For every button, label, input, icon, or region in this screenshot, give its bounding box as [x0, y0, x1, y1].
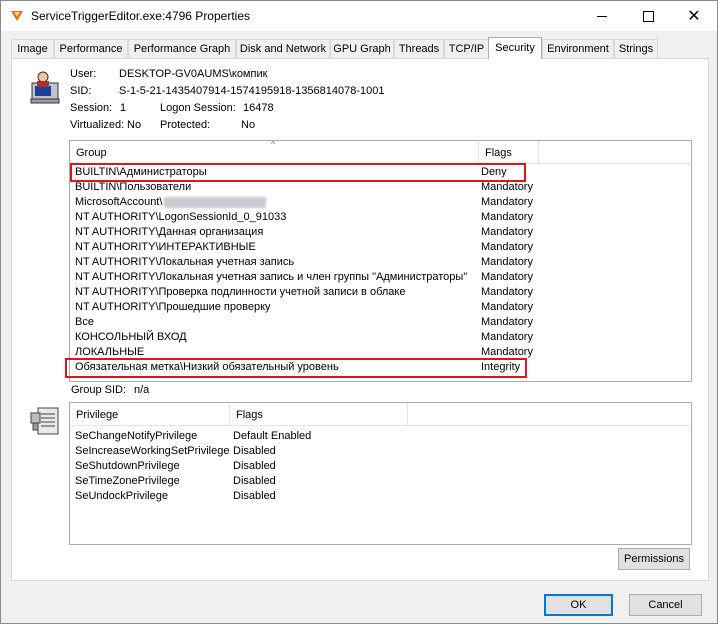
- groups-list-header: ^ Group Flags: [70, 141, 691, 164]
- tab-tcp-ip[interactable]: TCP/IP: [444, 39, 489, 58]
- user-computer-icon: [30, 71, 60, 104]
- group-flags: Mandatory: [481, 346, 533, 358]
- virtualized-label: Virtualized:: [70, 119, 125, 131]
- group-name: NT AUTHORITY\Проверка подлинности учетно…: [75, 286, 406, 298]
- sid-value: S-1-5-21-1435407914-1574195918-135681407…: [119, 85, 385, 97]
- tab-security[interactable]: Security: [488, 37, 542, 59]
- logon-session-value: 16478: [243, 102, 274, 114]
- group-flags: Mandatory: [481, 181, 533, 193]
- group-name: MicrosoftAccount\: [75, 195, 267, 210]
- group-column-header[interactable]: Group: [70, 141, 479, 163]
- group-sid-value: n/a: [134, 384, 150, 396]
- groups-list[interactable]: ^ Group Flags BUILTIN\Администраторы Den…: [69, 140, 692, 382]
- group-flags: Integrity: [481, 361, 521, 373]
- logon-session-label: Logon Session:: [160, 102, 236, 114]
- group-flags: Mandatory: [481, 211, 533, 223]
- tab-threads[interactable]: Threads: [394, 39, 444, 58]
- protected-label: Protected:: [160, 119, 211, 131]
- privilege-name: SeShutdownPrivilege: [75, 460, 180, 472]
- group-name: BUILTIN\Пользователи: [75, 181, 192, 193]
- process-explorer-icon: [11, 11, 23, 21]
- user-label: User:: [70, 68, 97, 80]
- permissions-button[interactable]: Permissions: [618, 548, 690, 570]
- cancel-button[interactable]: Cancel: [629, 594, 702, 616]
- group-name: NT AUTHORITY\ИНТЕРАКТИВНЫЕ: [75, 241, 256, 253]
- window-title: ServiceTriggerEditor.exe:4796 Properties: [31, 9, 250, 23]
- group-name: NT AUTHORITY\Локальная учетная запись и …: [75, 271, 468, 283]
- group-name: NT AUTHORITY\LogonSessionId_0_91033: [75, 211, 287, 223]
- privilege-flags: Disabled: [233, 475, 276, 487]
- privilege-flags: Disabled: [233, 490, 276, 502]
- group-flags: Mandatory: [481, 331, 533, 343]
- group-flags: Mandatory: [481, 241, 533, 253]
- tab-strings[interactable]: Strings: [614, 39, 658, 58]
- session-value: 1: [120, 102, 127, 114]
- group-name: ЛОКАЛЬНЫЕ: [75, 346, 145, 358]
- privilege-flags: Disabled: [233, 460, 276, 472]
- privilege-flags-column-header[interactable]: Flags: [230, 403, 408, 425]
- privileges-icon: [30, 407, 59, 435]
- group-name: Обязательная метка\Низкий обязательный у…: [75, 361, 339, 373]
- group-name: BUILTIN\Администраторы: [75, 166, 207, 178]
- ok-button[interactable]: OK: [544, 594, 613, 616]
- group-flags: Mandatory: [481, 271, 533, 283]
- group-sid-label: Group SID:: [71, 384, 127, 396]
- group-name: Все: [75, 316, 94, 328]
- group-flags: Mandatory: [481, 286, 533, 298]
- privilege-flags: Disabled: [233, 445, 276, 457]
- group-flags: Mandatory: [481, 196, 533, 208]
- tab-disk-and-network[interactable]: Disk and Network: [236, 39, 330, 58]
- group-name: NT AUTHORITY\Данная организация: [75, 226, 264, 238]
- properties-window: ServiceTriggerEditor.exe:4796 Properties…: [0, 0, 718, 624]
- tab-performance[interactable]: Performance: [54, 39, 128, 58]
- group-name: КОНСОЛЬНЫЙ ВХОД: [75, 331, 187, 343]
- close-button[interactable]: ✕: [671, 1, 717, 31]
- sid-label: SID:: [70, 85, 92, 97]
- virtualized-value: No: [127, 119, 142, 131]
- group-name-text: MicrosoftAccount\: [75, 196, 163, 208]
- group-flags: Mandatory: [481, 226, 533, 238]
- privileges-list[interactable]: Privilege Flags SeChangeNotifyPrivilege …: [69, 402, 692, 545]
- maximize-icon: [642, 10, 654, 22]
- maximize-button[interactable]: [625, 1, 671, 31]
- tab-image[interactable]: Image: [11, 39, 54, 58]
- minimize-icon: [597, 15, 607, 17]
- session-label: Session:: [70, 102, 113, 114]
- group-flags: Mandatory: [481, 301, 533, 313]
- group-flags: Mandatory: [481, 316, 533, 328]
- group-flags: Mandatory: [481, 256, 533, 268]
- title-bar[interactable]: ServiceTriggerEditor.exe:4796 Properties…: [1, 1, 717, 31]
- group-name: NT AUTHORITY\Прошедшие проверку: [75, 301, 271, 313]
- privileges-list-header: Privilege Flags: [70, 403, 691, 426]
- protected-value: No: [241, 119, 256, 131]
- close-icon: ✕: [687, 6, 701, 25]
- flags-column-header[interactable]: Flags: [479, 141, 539, 163]
- user-value: DESKTOP-GV0AUMS\компик: [119, 68, 268, 80]
- privilege-name: SeChangeNotifyPrivilege: [75, 430, 198, 442]
- minimize-button[interactable]: [579, 1, 625, 31]
- privilege-column-header[interactable]: Privilege: [70, 403, 230, 425]
- privilege-name: SeIncreaseWorkingSetPrivilege: [75, 445, 230, 457]
- privilege-name: SeTimeZonePrivilege: [75, 475, 180, 487]
- redacted-account-name: [164, 196, 267, 208]
- group-name: NT AUTHORITY\Локальная учетная запись: [75, 256, 295, 268]
- group-flags: Deny: [481, 166, 507, 178]
- tab-environment[interactable]: Environment: [542, 39, 614, 58]
- privilege-flags: Default Enabled: [233, 430, 312, 442]
- tab-gpu-graph[interactable]: GPU Graph: [330, 39, 394, 58]
- tab-performance-graph[interactable]: Performance Graph: [128, 39, 236, 58]
- privilege-name: SeUndockPrivilege: [75, 490, 168, 502]
